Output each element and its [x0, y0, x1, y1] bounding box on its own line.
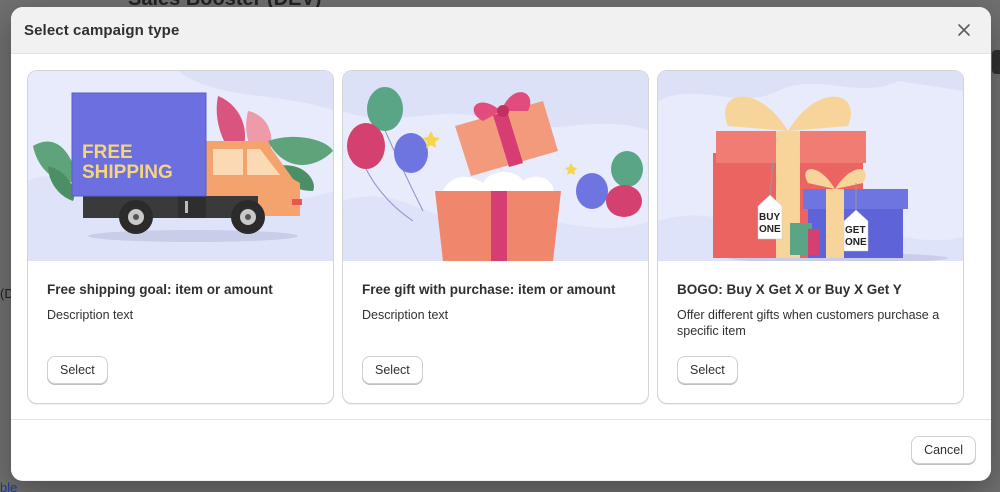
- card-description: Description text: [362, 308, 449, 322]
- modal-body: FREE SHIPPING Free shipping goal: item o…: [11, 54, 991, 420]
- select-free-shipping-button[interactable]: Select: [47, 356, 108, 384]
- gift-box-balloons-illustration: [343, 71, 648, 261]
- svg-text:FREE: FREE: [82, 142, 133, 163]
- select-campaign-modal: Select campaign type FREE SHIPPING Free …: [11, 7, 991, 481]
- card-description: Description text: [47, 308, 134, 322]
- svg-text:GET: GET: [845, 225, 866, 236]
- modal-footer: Cancel: [11, 420, 991, 480]
- svg-text:ONE: ONE: [845, 237, 867, 248]
- svg-text:ONE: ONE: [759, 224, 781, 235]
- background-right-button-edge: [992, 50, 1000, 74]
- card-title: BOGO: Buy X Get X or Buy X Get Y: [677, 282, 902, 297]
- card-title: Free shipping goal: item or amount: [47, 282, 273, 297]
- modal-header: Select campaign type: [11, 7, 991, 54]
- card-title: Free gift with purchase: item or amount: [362, 282, 616, 297]
- card-content: BOGO: Buy X Get X or Buy X Get Y Offer d…: [658, 261, 963, 403]
- select-free-gift-button[interactable]: Select: [362, 356, 423, 384]
- close-button[interactable]: [951, 17, 977, 43]
- svg-text:SHIPPING: SHIPPING: [82, 162, 173, 183]
- card-content: Free gift with purchase: item or amount …: [343, 261, 648, 403]
- select-bogo-button[interactable]: Select: [677, 356, 738, 384]
- card-content: Free shipping goal: item or amount Descr…: [28, 261, 333, 403]
- campaign-card-free-shipping: FREE SHIPPING Free shipping goal: item o…: [27, 70, 334, 404]
- modal-title: Select campaign type: [24, 21, 180, 39]
- campaign-card-free-gift: Free gift with purchase: item or amount …: [342, 70, 649, 404]
- svg-text:BUY: BUY: [759, 212, 780, 223]
- background-bottom-link: ble: [0, 480, 18, 492]
- close-icon: [958, 24, 970, 36]
- bogo-gifts-illustration: BUY ONE GET ONE: [658, 71, 963, 261]
- card-description: Offer different gifts when customers pur…: [677, 308, 940, 338]
- campaign-card-bogo: BUY ONE GET ONE BOGO: Buy X Get X or Buy…: [657, 70, 964, 404]
- cancel-button[interactable]: Cancel: [911, 436, 976, 464]
- free-shipping-truck-illustration: FREE SHIPPING: [28, 71, 333, 261]
